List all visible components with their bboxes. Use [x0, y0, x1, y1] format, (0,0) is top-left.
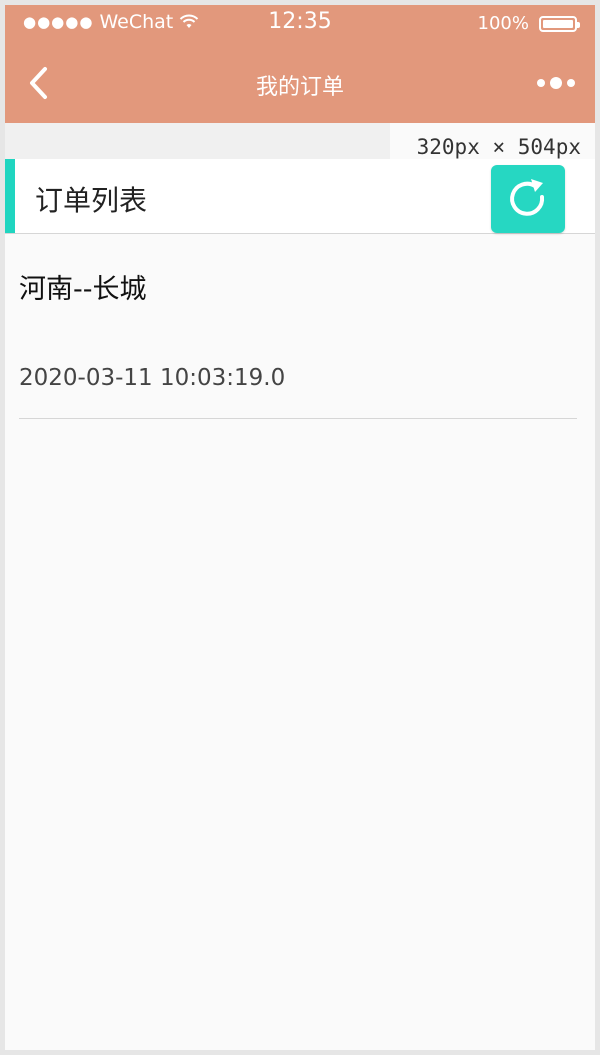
list-header: 订单列表 [5, 159, 595, 234]
top-bar: ●●●●● WeChat 12:35 100% 我的订单 [5, 5, 595, 123]
refresh-icon [510, 179, 545, 216]
battery-percent: 100% [477, 13, 529, 34]
order-name: 河南--长城 [19, 274, 147, 305]
order-item[interactable]: 河南--长城 2020-03-11 10:03:19.0 [19, 235, 577, 419]
more-dots-icon[interactable] [535, 75, 577, 91]
battery-icon [539, 15, 580, 32]
accent-bar [5, 159, 15, 233]
order-time: 2020-03-11 10:03:19.0 [19, 365, 286, 391]
dimension-strip [5, 123, 390, 159]
page-title: 我的订单 [255, 75, 344, 100]
refresh-button[interactable] [491, 165, 565, 233]
phone-screen: ●●●●● WeChat 12:35 100% 我的订单 320px × 504… [5, 5, 595, 1050]
dimension-label: 320px × 504px [416, 135, 581, 159]
list-title: 订单列表 [35, 184, 148, 217]
status-right: 100% [477, 13, 580, 34]
